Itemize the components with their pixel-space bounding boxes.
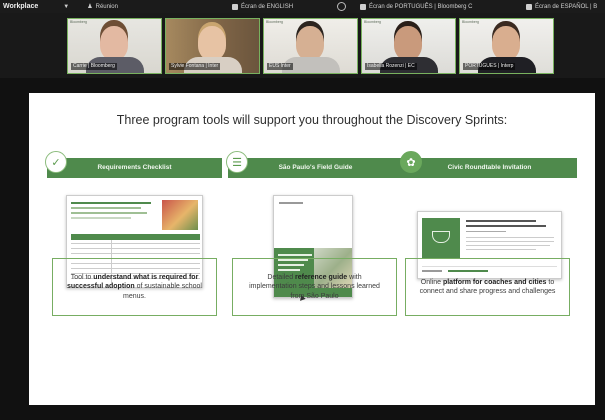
tool-description: Tool to understand what is required for … xyxy=(52,258,217,316)
participant-name: EUS Inter xyxy=(267,63,293,70)
tool-banner: São Paulo's Field Guide xyxy=(228,158,403,178)
participant-name: PORTUGUES | Interp xyxy=(463,63,516,70)
desc-emphasis: platform for coaches and cities xyxy=(442,278,547,286)
tile-watermark: Bloomberg xyxy=(70,20,87,24)
tile-watermark: Bloomberg xyxy=(462,20,479,24)
desc-text: Online xyxy=(420,278,443,286)
settings-icon[interactable] xyxy=(337,2,346,11)
app-name: Workplace xyxy=(3,3,39,10)
channel-spanish[interactable]: Écran de ESPAÑOL | B xyxy=(526,0,597,13)
tile-watermark: Bloomberg xyxy=(266,20,283,24)
meeting-label: Réunion xyxy=(95,3,118,10)
participant-name: Isabella Rozenzi | EC xyxy=(365,63,417,70)
participant-tile[interactable]: Bloomberg PORTUGUES | Interp xyxy=(459,18,554,74)
participant-tile[interactable]: Sylvie Fontana | Inter xyxy=(165,18,260,74)
shared-slide: Three program tools will support you thr… xyxy=(29,93,595,405)
meeting-menu[interactable]: ♟ Réunion xyxy=(87,3,118,11)
channel-label: Écran de PORTUGUÊS | Bloomberg C xyxy=(369,3,473,10)
tile-watermark: Bloomberg xyxy=(364,20,381,24)
participant-tile[interactable]: Bloomberg EUS Inter xyxy=(263,18,358,74)
participant-tile[interactable]: Bloomberg Carrie | Bloomberg xyxy=(67,18,162,74)
screen-share-icon xyxy=(526,3,532,10)
channel-label: Écran de ESPAÑOL | B xyxy=(535,3,598,10)
tool-banner: Civic Roundtable Invitation xyxy=(402,158,577,178)
desc-text: of sustainable school menus. xyxy=(123,283,202,300)
channel-portuguese[interactable]: Écran de PORTUGUÊS | Bloomberg C xyxy=(360,0,473,13)
leaf-icon: ✿ xyxy=(400,151,422,173)
participant-tile[interactable]: Bloomberg Isabella Rozenzi | EC xyxy=(361,18,456,74)
desc-text: Detailed xyxy=(267,273,296,281)
chevron-down-icon[interactable]: ▼ xyxy=(63,4,69,10)
list-icon: ☰ xyxy=(226,151,248,173)
tool-description: Online platform for coaches and cities t… xyxy=(405,258,570,316)
tool-banner: Requirements Checklist xyxy=(47,158,222,178)
tool-description: Detailed reference guide with implementa… xyxy=(232,258,397,316)
slide-title: Three program tools will support you thr… xyxy=(116,113,508,127)
checkmark-icon: ✓ xyxy=(45,151,67,173)
meeting-top-bar: Workplace ▼ ♟ Réunion Écran de ENGLISH É… xyxy=(0,0,605,13)
desc-emphasis: reference guide xyxy=(295,273,348,281)
people-icon: ♟ xyxy=(87,4,93,10)
desc-text: Tool to xyxy=(70,273,94,281)
participant-name: Sylvie Fontana | Inter xyxy=(169,63,221,70)
participant-name: Carrie | Bloomberg xyxy=(71,63,117,70)
channel-english[interactable]: Écran de ENGLISH xyxy=(232,0,293,13)
channel-label: Écran de ENGLISH xyxy=(241,3,294,10)
screen-share-icon xyxy=(232,3,238,10)
screen-share-icon xyxy=(360,3,366,10)
